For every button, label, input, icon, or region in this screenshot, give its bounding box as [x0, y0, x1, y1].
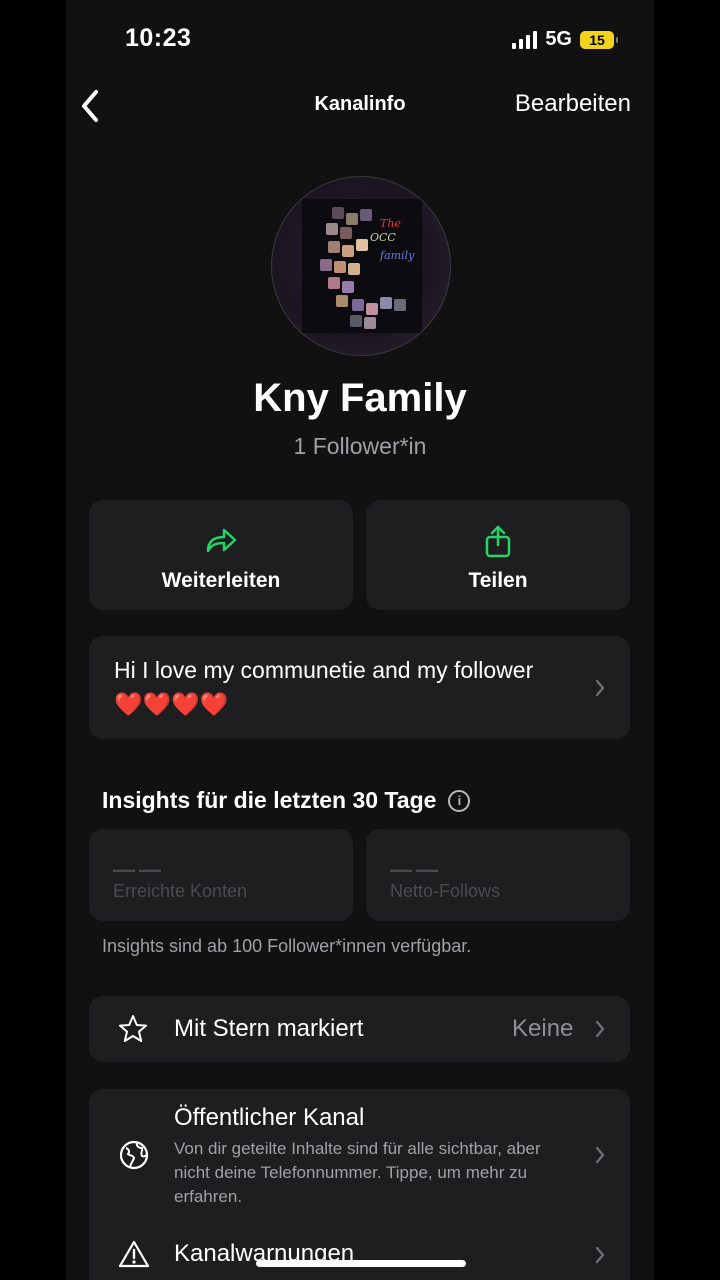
channel-description[interactable]: Hi I love my communetie and my follower …: [89, 636, 630, 739]
status-time: 10:23: [125, 24, 192, 52]
signal-icon: [512, 30, 538, 49]
avatar-text-1: The: [380, 217, 401, 230]
insight-card-reached: —— Erreichte Konten: [89, 829, 353, 921]
avatar-collage: The OCC family: [302, 199, 422, 333]
starred-row[interactable]: Mit Stern markiert Keine: [89, 996, 630, 1062]
star-icon: [119, 1015, 147, 1042]
follower-count: 1 Follower*in: [293, 433, 427, 459]
public-channel-row[interactable]: Öffentlicher Kanal Von dir geteilte Inha…: [89, 1089, 630, 1214]
forward-button[interactable]: Weiterleiten: [89, 500, 353, 610]
description-text: Hi I love my communetie and my follower …: [114, 657, 534, 717]
insight-value: ——: [390, 857, 442, 882]
insight-label: Netto-Follows: [390, 881, 501, 901]
public-channel-subtitle: Von dir geteilte Inhalte sind für alle s…: [174, 1139, 541, 1206]
chevron-right-icon: [595, 1020, 605, 1038]
warning-icon: [118, 1240, 150, 1268]
public-channel-title: Öffentlicher Kanal: [174, 1104, 365, 1131]
avatar-text-3: family: [380, 249, 415, 262]
share-button[interactable]: Teilen: [366, 500, 630, 610]
edit-button[interactable]: Bearbeiten: [515, 90, 631, 118]
channel-settings-group: Öffentlicher Kanal Von dir geteilte Inha…: [89, 1089, 630, 1280]
channel-warnings-row[interactable]: Kanalwarnungen: [89, 1219, 630, 1280]
insights-note: Insights sind ab 100 Follower*innen verf…: [102, 936, 472, 956]
status-indicators: 5G 15: [512, 28, 618, 51]
forward-label: Weiterleiten: [161, 569, 281, 592]
channel-info-screen: 10:23 5G 15 Kanalinfo Bearbeiten The OCC…: [66, 0, 654, 1280]
network-type: 5G: [545, 28, 572, 50]
chevron-right-icon: [595, 1146, 605, 1164]
channel-avatar[interactable]: The OCC family: [271, 176, 451, 356]
globe-icon: [119, 1140, 149, 1170]
share-icon: [483, 525, 513, 558]
info-icon[interactable]: i: [448, 789, 471, 812]
home-indicator[interactable]: [256, 1260, 466, 1267]
share-label: Teilen: [468, 569, 528, 592]
chevron-right-icon: [595, 1246, 605, 1264]
chevron-right-icon: [595, 679, 605, 697]
starred-label: Mit Stern markiert: [174, 1015, 364, 1042]
insight-label: Erreichte Konten: [113, 881, 248, 901]
starred-value: Keine: [512, 1015, 574, 1042]
battery-level: 15: [589, 31, 605, 48]
avatar-text-2: OCC: [370, 231, 396, 244]
channel-name: Kny Family: [253, 376, 467, 420]
insight-card-follows: —— Netto-Follows: [366, 829, 630, 921]
insights-title: Insights für die letzten 30 Tage: [102, 787, 437, 813]
battery-icon: 15: [580, 30, 618, 49]
insight-value: ——: [113, 857, 165, 882]
forward-arrow-icon: [204, 525, 238, 557]
insights-header: Insights für die letzten 30 Tage i: [102, 787, 471, 814]
